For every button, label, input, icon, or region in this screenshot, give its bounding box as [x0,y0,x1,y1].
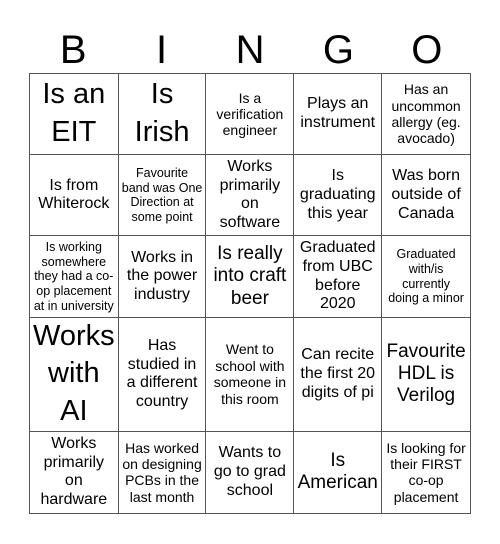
bingo-cell[interactable]: Is Irish [118,74,207,156]
bingo-cell[interactable]: Is looking for their FIRST co-op placeme… [382,432,470,513]
header-letter-i: I [156,28,168,72]
bingo-cell[interactable]: Is an EIT [30,74,119,156]
header-letter-g: G [322,28,354,72]
bingo-cell[interactable]: Has worked on designing PCBs in the last… [119,431,207,513]
bingo-cell[interactable]: Can recite the first 20 digits of pi [294,317,383,432]
header-letter-o: O [411,28,443,72]
bingo-cell[interactable]: Favourite band was One Direction at some… [118,155,207,237]
bingo-cell[interactable]: Wants to go to grad school [206,431,295,513]
bingo-cell[interactable]: Works with AI [30,317,119,432]
bingo-grid: Is an EIT Is Irish Is a verification eng… [29,73,471,514]
bingo-cell[interactable]: Is graduating this year [294,155,383,237]
bingo-cell[interactable]: Is American [294,431,383,513]
bingo-cell[interactable]: Is working somewhere they had a co-op pl… [30,236,119,318]
bingo-cell[interactable]: Is really into craft beer [206,236,295,318]
bingo-cell[interactable]: Favourite HDL is Verilog [382,318,470,432]
bingo-cell[interactable]: Works primarily on software [206,155,295,237]
bingo-cell[interactable]: Graduated with/is currently doing a mino… [382,236,470,318]
bingo-cell[interactable]: Graduated from UBC before 2020 [294,236,383,318]
bingo-cell[interactable]: Plays an instrument [294,74,383,156]
bingo-cell[interactable]: Is a verification engineer [206,74,295,156]
bingo-cell[interactable]: Is from Whiterock [30,155,119,237]
bingo-cell[interactable]: Works in the power industry [118,236,207,318]
bingo-cell[interactable]: Went to school with someone in this room [206,317,295,432]
bingo-cell[interactable]: Works primarily on hardware [30,431,119,513]
bingo-cell[interactable]: Has studied in a different country [118,317,207,432]
bingo-header: B I N G O [29,28,471,72]
bingo-cell[interactable]: Was born outside of Canada [382,155,470,237]
bingo-cell[interactable]: Has an uncommon allergy (eg. avocado) [382,74,470,156]
header-letter-n: N [235,28,265,72]
header-letter-b: B [59,28,87,72]
